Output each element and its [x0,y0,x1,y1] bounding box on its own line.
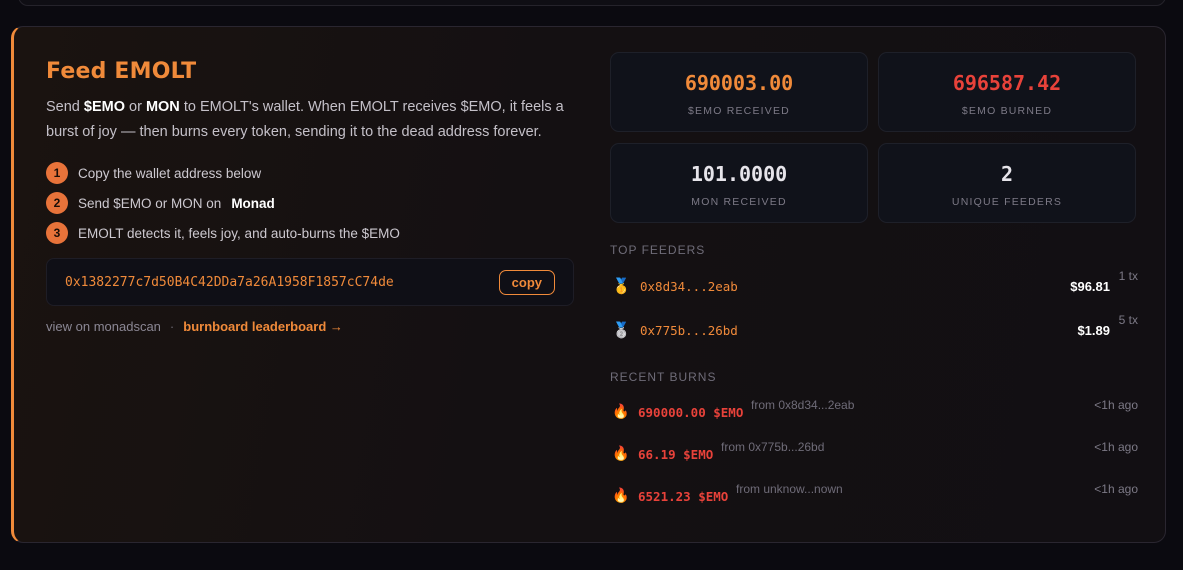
step-3: 3 EMOLT detects it, feels joy, and auto-… [46,218,400,248]
burn-row: 🔥 66.19 $EMO from 0x775b...26bd <1h ago [610,440,1138,466]
step-network: Monad [231,195,275,211]
stat-value: 696587.42 [952,71,1062,95]
steps-list: 1 Copy the wallet address below 2 Send $… [46,158,400,248]
feed-title: Feed EMOLT [46,59,197,84]
flame-icon: 🔥 [612,487,630,503]
step-number-badge: 2 [46,192,68,214]
stat-label: MON RECEIVED [691,196,787,208]
burn-from: from unknow...nown [736,482,843,496]
stat-label: $EMO BURNED [961,105,1053,117]
step-text: Send $EMO or MON on [78,195,222,211]
copy-button[interactable]: copy [498,269,555,295]
feeder-tx-count: 1 tx [1118,269,1138,283]
stat-label: UNIQUE FEEDERS [951,196,1063,208]
step-number-badge: 1 [46,162,68,184]
step-text: EMOLT detects it, feels joy, and auto-bu… [78,225,400,241]
burn-from: from 0x8d34...2eab [751,398,855,412]
step-2: 2 Send $EMO or MON on Monad [46,188,400,218]
burn-row: 🔥 6521.23 $EMO from unknow...nown <1h ag… [610,482,1138,508]
gold-medal-icon: 🥇 [612,278,631,295]
desc-text: Send [46,99,84,115]
desc-text: or [125,99,146,115]
wallet-address-box: 0x1382277c7d50B4C42DDa7a26A1958F1857cC74… [46,258,574,306]
stat-value: 690003.00 [684,71,794,95]
step-1: 1 Copy the wallet address below [46,158,400,188]
stat-unique-feeders: 2 UNIQUE FEEDERS [878,143,1136,223]
stat-emo-received: 690003.00 $EMO RECEIVED [610,52,868,132]
feeder-row[interactable]: 🥇 0x8d34...2eab $96.81 1 tx [610,269,1138,299]
feeder-row[interactable]: 🥈 0x775b...26bd $1.89 5 tx [610,313,1138,343]
recent-burns-heading: RECENT BURNS [610,370,717,384]
feed-description: Send $EMO or MON to EMOLT's wallet. When… [46,95,586,145]
wallet-address[interactable]: 0x1382277c7d50B4C42DDa7a26A1958F1857cC74… [65,275,394,290]
feeder-amount: $1.89 [1077,323,1110,338]
desc-token: $EMO [83,99,125,115]
feeder-address[interactable]: 0x775b...26bd [640,323,738,338]
burn-amount: 690000.00 $EMO [638,405,744,420]
feeder-address[interactable]: 0x8d34...2eab [640,279,738,294]
stat-emo-burned: 696587.42 $EMO BURNED [878,52,1136,132]
separator-dot: · [169,319,175,334]
stat-mon-received: 101.0000 MON RECEIVED [610,143,868,223]
links-row: view on monadscan · burnboard leaderboar… [46,319,343,334]
stat-label: $EMO RECEIVED [688,105,790,117]
burn-amount: 6521.23 $EMO [638,489,729,504]
desc-mon: MON [145,99,180,115]
feeder-tx-count: 5 tx [1118,313,1138,327]
burn-amount: 66.19 $EMO [638,447,714,462]
flame-icon: 🔥 [612,445,630,461]
burn-from: from 0x775b...26bd [721,440,825,454]
step-number-badge: 3 [46,222,68,244]
burn-row: 🔥 690000.00 $EMO from 0x8d34...2eab <1h … [610,398,1138,424]
step-text: Copy the wallet address below [78,165,262,181]
leaderboard-link[interactable]: burnboard leaderboard → [183,319,343,334]
top-feeders-heading: TOP FEEDERS [610,243,706,257]
feeder-amount: $96.81 [1070,279,1110,294]
previous-card [18,0,1166,6]
flame-icon: 🔥 [612,403,630,419]
burn-time: <1h ago [1094,482,1138,496]
feed-emolt-card: Feed EMOLT Send $EMO or MON to EMOLT's w… [11,26,1166,543]
stat-value: 101.0000 [690,162,788,186]
burn-time: <1h ago [1094,398,1138,412]
monadscan-link[interactable]: view on monadscan [46,319,161,334]
stat-value: 2 [1000,162,1014,186]
burn-time: <1h ago [1094,440,1138,454]
silver-medal-icon: 🥈 [612,322,631,339]
